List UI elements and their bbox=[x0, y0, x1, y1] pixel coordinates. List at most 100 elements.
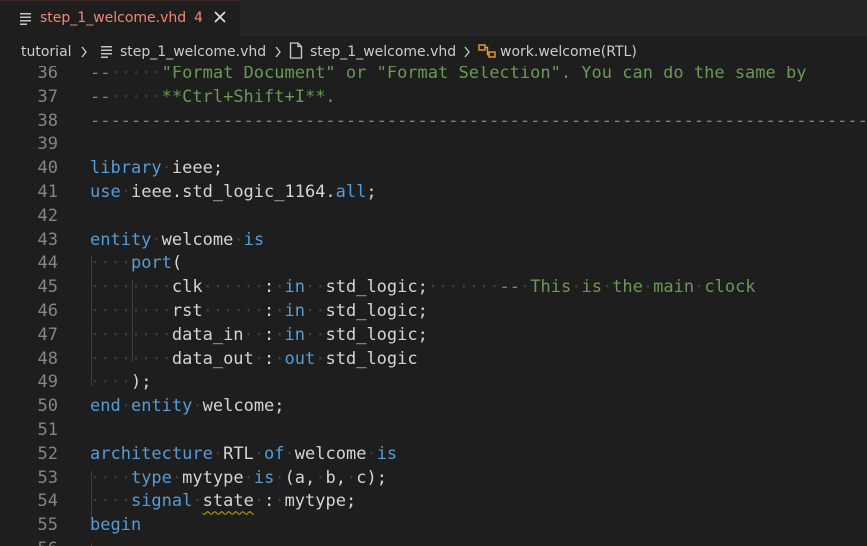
code-text: begin bbox=[90, 515, 141, 535]
close-icon[interactable] bbox=[212, 9, 228, 25]
line-number: 45 bbox=[37, 277, 58, 298]
code-token: RTL bbox=[223, 443, 254, 464]
line-number: 53 bbox=[37, 467, 58, 488]
code-token: is bbox=[376, 443, 398, 464]
line-number: 55 bbox=[37, 515, 58, 536]
code-line[interactable]: 40 library·ieee; bbox=[0, 157, 867, 181]
whitespace-marker: · bbox=[243, 467, 254, 488]
code-token: c); bbox=[356, 467, 387, 488]
code-token: : bbox=[264, 277, 275, 298]
code-line[interactable]: 39 bbox=[0, 133, 867, 157]
code-line[interactable]: 51 bbox=[0, 419, 867, 443]
breadcrumb-symbol[interactable]: work.welcome(RTL) bbox=[500, 44, 637, 60]
code-token: out bbox=[284, 348, 316, 369]
code-line[interactable]: 50 end·entity·welcome; bbox=[0, 395, 867, 419]
line-number: 36 bbox=[37, 66, 58, 83]
whitespace-marker: ···· bbox=[90, 372, 131, 393]
code-token: type bbox=[130, 467, 172, 488]
breadcrumb-folder[interactable]: tutorial bbox=[21, 44, 72, 60]
code-token: b, bbox=[325, 467, 347, 488]
code-token: std_logic; bbox=[325, 301, 428, 321]
code-line[interactable]: 44 ····port( bbox=[0, 252, 867, 276]
tab-step-1-welcome[interactable]: step_1_welcome.vhd 4 bbox=[0, 0, 240, 36]
whitespace-marker: · bbox=[274, 348, 285, 369]
code-token: welcome; bbox=[202, 396, 285, 417]
code-text: ····signal·state·:·mytype; bbox=[90, 491, 356, 511]
code-text: ····type·mytype·is·(a,·b,·c); bbox=[90, 468, 387, 488]
whitespace-marker: ····· bbox=[110, 86, 162, 107]
line-number: 37 bbox=[37, 86, 58, 107]
code-token: welcome bbox=[294, 443, 367, 464]
code-token: -- bbox=[90, 86, 111, 107]
code-line[interactable]: 56 bbox=[0, 538, 867, 546]
code-line[interactable]: 47 ········data_in··:·in··std_logic; bbox=[0, 324, 867, 348]
code-token: "Format Document" or "Format Selection".… bbox=[161, 66, 807, 83]
line-number: 41 bbox=[37, 182, 58, 202]
code-token: std_logic; bbox=[325, 277, 428, 298]
code-line[interactable]: 37 --·····**Ctrl+Shift+I**. bbox=[0, 86, 867, 110]
whitespace-marker: · bbox=[120, 182, 131, 202]
code-token: architecture bbox=[90, 443, 213, 464]
code-token: the bbox=[612, 277, 643, 298]
code-line[interactable]: 45 ········clk······:·in··std_logic;·····… bbox=[0, 276, 867, 300]
code-line[interactable]: 42 bbox=[0, 205, 867, 229]
code-token: use bbox=[90, 182, 121, 202]
file-icon bbox=[289, 42, 303, 59]
code-line[interactable]: 48 ········data_out·:·out·std_logic bbox=[0, 348, 867, 372]
code-line[interactable]: 53 ····type·mytype·is·(a,·b,·c); bbox=[0, 467, 867, 491]
code-line[interactable]: 36 --·····"Format Document" or "Format Se… bbox=[0, 66, 867, 86]
line-number: 40 bbox=[37, 158, 58, 179]
line-number: 51 bbox=[37, 420, 58, 440]
line-number: 38 bbox=[37, 110, 58, 131]
code-text: ········rst······:·in··std_logic; bbox=[90, 301, 428, 321]
whitespace-marker: · bbox=[120, 396, 131, 417]
code-token: in bbox=[284, 324, 306, 345]
whitespace-marker: · bbox=[274, 324, 285, 345]
whitespace-marker: ·· bbox=[305, 324, 326, 345]
code-token: : bbox=[264, 491, 275, 512]
whitespace-marker: · bbox=[315, 467, 326, 488]
code-editor[interactable]: 36 --·····"Format Document" or "Format Se… bbox=[0, 66, 867, 546]
whitespace-marker: ········ bbox=[90, 277, 172, 298]
problem-count-badge: 4 bbox=[194, 10, 203, 26]
code-token: std_logic bbox=[325, 348, 418, 369]
code-line[interactable]: 55 begin bbox=[0, 514, 867, 538]
whitespace-marker: · bbox=[520, 277, 531, 298]
whitespace-marker: ······ bbox=[202, 277, 265, 298]
code-line[interactable]: 43 entity·welcome·is bbox=[0, 229, 867, 253]
whitespace-marker: · bbox=[694, 277, 705, 298]
whitespace-marker: · bbox=[274, 467, 285, 488]
code-line[interactable]: 49 ····); bbox=[0, 371, 867, 395]
code-token: data_in bbox=[171, 324, 244, 345]
code-token: -- bbox=[499, 277, 520, 298]
line-number: 52 bbox=[37, 443, 58, 464]
code-text: ----------------------------------------… bbox=[90, 111, 867, 131]
line-number: 54 bbox=[37, 491, 58, 512]
whitespace-marker: · bbox=[233, 229, 244, 250]
code-text: use·ieee.std_logic_1164.all; bbox=[90, 182, 377, 202]
code-token: **Ctrl+Shift+I**. bbox=[161, 86, 336, 107]
breadcrumb-file[interactable]: step_1_welcome.vhd bbox=[120, 44, 266, 60]
code-token: library bbox=[90, 158, 162, 179]
code-text: architecture·RTL·of·welcome·is bbox=[90, 444, 397, 464]
whitespace-marker: ········ bbox=[90, 301, 172, 321]
chevron-right-icon bbox=[275, 46, 281, 58]
code-text: ········data_out·:·out·std_logic bbox=[90, 349, 418, 369]
code-token: ; bbox=[366, 182, 377, 202]
whitespace-marker: · bbox=[151, 229, 162, 250]
whitespace-marker: · bbox=[161, 158, 172, 179]
code-text: --·····"Format Document" or "Format Sele… bbox=[90, 66, 806, 83]
code-token: ----------------------------------------… bbox=[90, 110, 867, 131]
whitespace-marker: ····· bbox=[110, 66, 162, 83]
code-line[interactable]: 52 architecture·RTL·of·welcome·is bbox=[0, 443, 867, 467]
code-line[interactable]: 41 use·ieee.std_logic_1164.all; bbox=[0, 181, 867, 205]
line-number: 43 bbox=[37, 229, 58, 250]
line-number: 49 bbox=[37, 372, 58, 393]
code-line[interactable]: 46 ········rst······:·in··std_logic; bbox=[0, 300, 867, 324]
code-token: all bbox=[335, 182, 367, 202]
code-line[interactable]: 38 --------------------------------------… bbox=[0, 110, 867, 134]
breadcrumb-file-outline[interactable]: step_1_welcome.vhd bbox=[310, 44, 456, 60]
code-text: ········clk······:·in··std_logic;·······… bbox=[90, 277, 756, 297]
code-text: ····port( bbox=[90, 253, 182, 273]
code-line[interactable]: 54 ····signal·state·:·mytype; bbox=[0, 490, 867, 514]
